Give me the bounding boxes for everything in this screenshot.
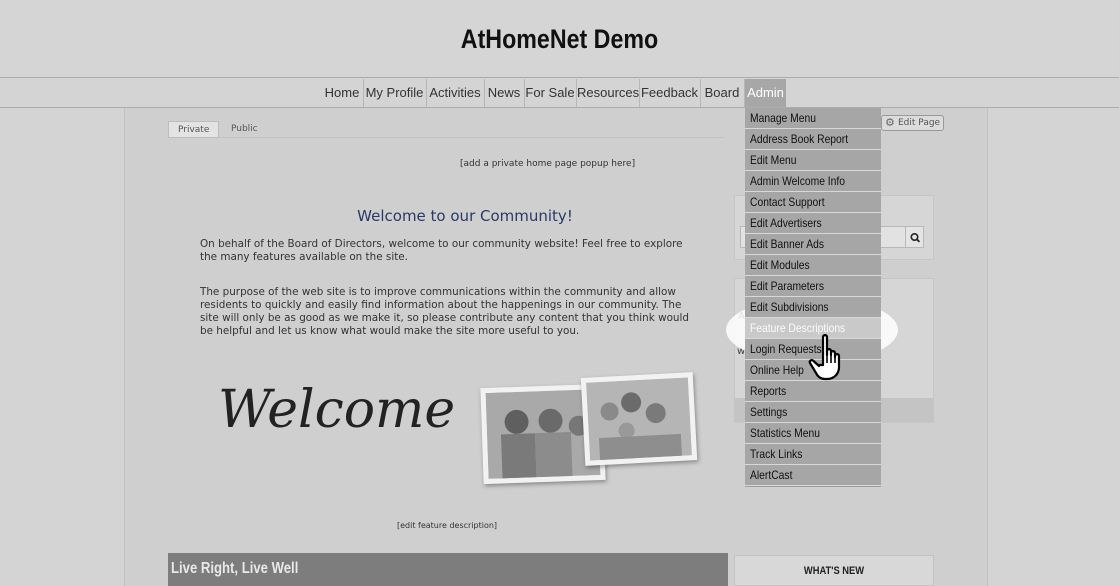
family-photo-2-image (586, 377, 692, 461)
menu-item-edit-advertisers[interactable]: Edit Advertisers (745, 213, 881, 234)
nav-home[interactable]: Home (322, 79, 362, 107)
admin-dropdown-menu: Manage Menu Address Book Report Edit Men… (745, 108, 881, 487)
site-header: AtHomeNet Demo (0, 0, 1119, 78)
gear-icon: ⚙ (885, 116, 895, 129)
whats-new-title: WHAT'S NEW (803, 565, 865, 577)
menu-item-label: Edit Menu (750, 153, 797, 167)
nav-my-profile[interactable]: My Profile (363, 79, 425, 107)
menu-item-admin-welcome-info[interactable]: Admin Welcome Info (745, 171, 881, 192)
menu-item-label: Settings (750, 405, 788, 419)
menu-item-manage-menu[interactable]: Manage Menu (745, 108, 881, 129)
menu-item-settings[interactable]: Settings (745, 402, 881, 423)
menu-item-label: Reports (750, 384, 787, 398)
menu-item-label: Edit Modules (750, 258, 810, 272)
tab-private[interactable]: Private (168, 121, 220, 138)
add-popup-link[interactable]: [add a private home page popup here] (460, 159, 635, 169)
menu-item-alertcast[interactable]: AlertCast (745, 465, 881, 486)
menu-item-label: Statistics Menu (750, 426, 820, 440)
nav-news[interactable]: News (484, 79, 523, 107)
menu-item-statistics-menu[interactable]: Statistics Menu (745, 423, 881, 444)
search-icon (910, 233, 921, 243)
menu-item-label: Edit Subdivisions (750, 300, 829, 314)
welcome-paragraph-2: The purpose of the web site is to improv… (200, 286, 689, 337)
search-button[interactable] (905, 226, 924, 248)
family-photo-2 (580, 372, 698, 466)
menu-item-address-book-report[interactable]: Address Book Report (745, 129, 881, 150)
menu-item-label: Edit Banner Ads (750, 237, 825, 251)
tab-public[interactable]: Public (222, 121, 267, 138)
nav-admin[interactable]: Admin (744, 79, 786, 107)
menu-item-reports[interactable]: Reports (745, 381, 881, 402)
nav-resources[interactable]: Resources (576, 79, 639, 107)
edit-feature-description-link[interactable]: [edit feature description] (397, 521, 497, 530)
menu-item-label: AlertCast (750, 468, 793, 482)
menu-item-track-links[interactable]: Track Links (745, 444, 881, 465)
nav-feedback[interactable]: Feedback (639, 79, 699, 107)
menu-item-edit-parameters[interactable]: Edit Parameters (745, 276, 881, 297)
menu-item-label: Manage Menu (750, 111, 816, 125)
menu-item-contact-support[interactable]: Contact Support (745, 192, 881, 213)
menu-item-label: Edit Parameters (750, 279, 825, 293)
menu-item-edit-modules[interactable]: Edit Modules (745, 255, 881, 276)
menu-item-label: Online Help (750, 363, 804, 377)
edit-page-label: Edit Page (898, 118, 941, 128)
welcome-image-text: Welcome (218, 380, 456, 440)
nav-for-sale[interactable]: For Sale (524, 79, 575, 107)
main-nav: Home My Profile Activities News For Sale… (0, 79, 1119, 108)
section-title: Live Right, Live Well (171, 560, 299, 577)
menu-item-edit-menu[interactable]: Edit Menu (745, 150, 881, 171)
hand-pointer-icon (808, 334, 841, 381)
menu-item-label: Address Book Report (750, 132, 849, 146)
menu-item-edit-banner-ads[interactable]: Edit Banner Ads (745, 234, 881, 255)
menu-item-label: Admin Welcome Info (750, 174, 846, 188)
menu-item-edit-subdivisions[interactable]: Edit Subdivisions (745, 297, 881, 318)
menu-item-label: Contact Support (750, 195, 825, 209)
welcome-heading: Welcome to our Community! (357, 207, 573, 225)
edit-page-button[interactable]: ⚙ Edit Page (881, 115, 944, 131)
nav-activities[interactable]: Activities (426, 79, 483, 107)
welcome-paragraph-1: On behalf of the Board of Directors, wel… (200, 238, 683, 263)
menu-item-label: Track Links (750, 447, 803, 461)
site-title[interactable]: AtHomeNet Demo (78, 24, 1040, 55)
menu-item-label: Edit Advertisers (750, 216, 822, 230)
nav-board[interactable]: Board (700, 79, 743, 107)
